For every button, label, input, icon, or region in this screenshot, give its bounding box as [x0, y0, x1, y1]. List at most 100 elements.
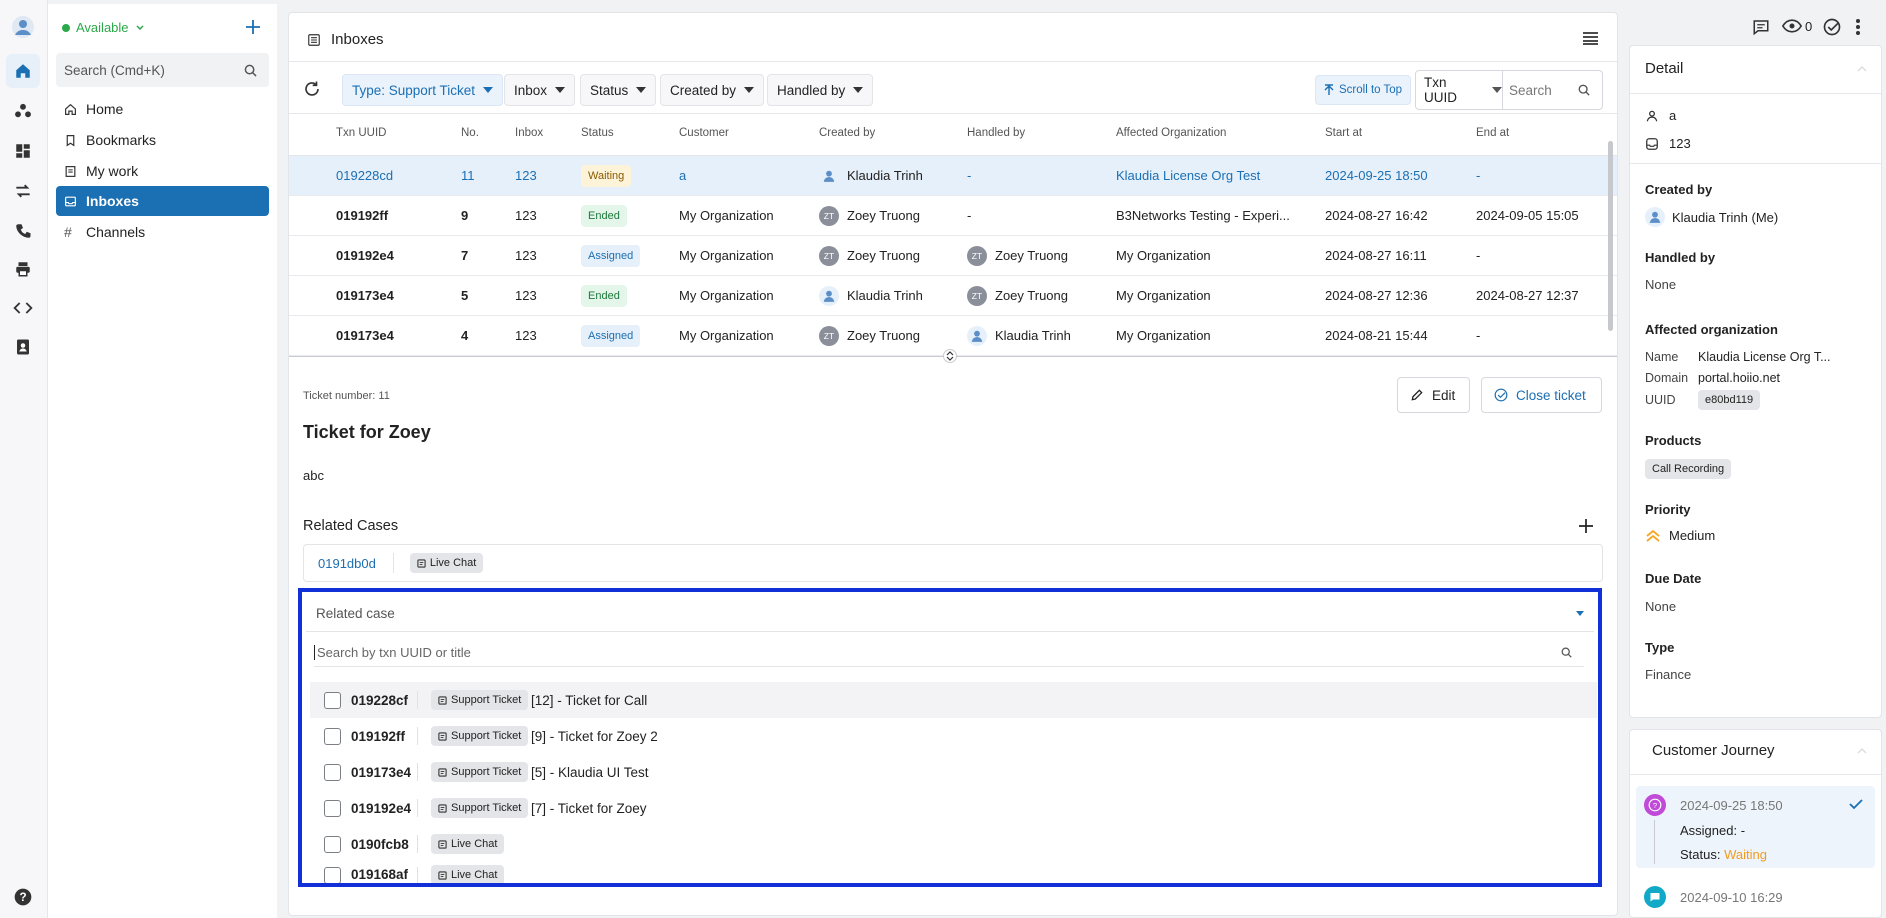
table-row[interactable]: 019173e4 5 123 Ended My Organization Kla… — [289, 276, 1617, 316]
checkbox[interactable] — [324, 835, 341, 853]
search-input[interactable]: Search — [1503, 83, 1602, 98]
table-row[interactable]: 019192ff 9 123 Ended My Organization ZT … — [289, 196, 1617, 236]
checkbox[interactable] — [324, 691, 341, 709]
phone-icon[interactable] — [6, 214, 40, 248]
related-case-option[interactable]: 019192ff Support Ticket [9] - Ticket for… — [310, 718, 1597, 754]
avatar: ZT — [967, 286, 987, 306]
refresh-icon[interactable] — [303, 80, 321, 98]
menu-icon[interactable] — [1582, 31, 1599, 45]
close-ticket-button[interactable]: Close ticket — [1481, 377, 1602, 413]
svg-text:?: ? — [1653, 801, 1657, 810]
nav-inboxes[interactable]: Inboxes — [56, 186, 269, 216]
nav-home[interactable]: Home — [56, 94, 269, 124]
cell-txn-uuid[interactable]: 019173e4 — [336, 328, 394, 343]
cell-customer: My Organization — [679, 208, 774, 223]
option-title: [7] - Ticket for Zoey — [531, 800, 647, 816]
channel-chip: Support Ticket — [431, 798, 529, 818]
org-domain-value: portal.hoiio.net — [1698, 371, 1781, 385]
status-badge: Assigned — [581, 325, 641, 347]
chat-icon[interactable] — [1752, 18, 1770, 36]
nav-bookmarks[interactable]: Bookmarks — [56, 125, 269, 155]
avatar: ZT — [967, 246, 987, 266]
col-header-status: Status — [581, 127, 614, 139]
cell-customer[interactable]: a — [679, 168, 686, 183]
related-case-option[interactable]: 019173e4 Support Ticket [5] - Klaudia UI… — [310, 754, 1597, 790]
checkbox[interactable] — [324, 799, 341, 817]
cell-no: 9 — [461, 208, 469, 223]
watchers[interactable]: 0 — [1782, 18, 1812, 34]
cell-handled-by: Zoey Truong — [995, 248, 1068, 263]
cell-customer: My Organization — [679, 288, 774, 303]
related-case-option[interactable]: 019168af Live Chat — [310, 862, 1597, 883]
detail-inbox: 123 — [1645, 136, 1691, 151]
filter-type[interactable]: Type: Support Ticket — [342, 74, 504, 106]
table-row[interactable]: 019228cd 11 123 Waiting a Klaudia Trinh … — [289, 156, 1617, 196]
cell-handled-by: Klaudia Trinh — [995, 328, 1071, 343]
contacts-icon[interactable] — [6, 94, 40, 128]
checkbox[interactable] — [324, 727, 341, 745]
edit-button[interactable]: Edit — [1397, 377, 1470, 413]
related-case-id[interactable]: 0191db0d — [318, 556, 376, 571]
filter-status[interactable]: Status — [580, 74, 657, 106]
filter-handled-by[interactable]: Handled by — [767, 74, 874, 106]
related-case-select[interactable]: Related case — [306, 596, 1594, 632]
divider — [1630, 163, 1881, 164]
cell-created-by: Zoey Truong — [847, 208, 920, 223]
resize-handle-icon[interactable] — [943, 349, 957, 363]
printer-icon[interactable] — [6, 252, 40, 286]
nav-channels[interactable]: # Channels — [56, 217, 269, 247]
journey-entry[interactable]: ? 2024-09-25 18:50 Assigned: - Status: W… — [1636, 786, 1875, 868]
type-label: Type — [1645, 640, 1675, 655]
check-circle-icon[interactable] — [1823, 18, 1841, 36]
transfer-icon[interactable] — [6, 174, 40, 208]
global-search[interactable]: Search (Cmd+K) — [56, 53, 269, 87]
table-scrollbar[interactable] — [1608, 141, 1613, 331]
question-icon: ? — [1644, 794, 1666, 816]
cell-end-at: - — [1476, 328, 1481, 343]
add-related-case-icon[interactable] — [1578, 518, 1594, 534]
cell-txn-uuid[interactable]: 019192ff — [336, 208, 388, 223]
availability-status[interactable]: Available — [62, 20, 145, 35]
cell-txn-uuid[interactable]: 019173e4 — [336, 288, 394, 303]
user-avatar-icon[interactable] — [6, 10, 40, 44]
journey-status-prefix: Status: — [1680, 847, 1721, 862]
related-case-option[interactable]: 0190fcb8 Live Chat — [310, 826, 1597, 862]
contact-book-icon[interactable] — [6, 330, 40, 364]
cell-txn-uuid[interactable]: 019228cd — [336, 168, 393, 183]
cell-txn-uuid[interactable]: 019192e4 — [336, 248, 394, 263]
search-field-select[interactable]: Txn UUID — [1416, 71, 1503, 109]
related-case-option[interactable]: 019192e4 Support Ticket [7] - Ticket for… — [310, 790, 1597, 826]
more-vertical-icon[interactable] — [1855, 18, 1861, 36]
eye-icon — [1782, 19, 1802, 33]
filter-inbox[interactable]: Inbox — [504, 74, 576, 106]
dashboard-icon[interactable] — [6, 134, 40, 168]
collapse-icon[interactable] — [1857, 66, 1867, 72]
cell-start-at: 2024-08-21 15:44 — [1325, 328, 1428, 343]
cell-customer: My Organization — [679, 248, 774, 263]
code-icon[interactable] — [6, 291, 40, 325]
divider — [289, 113, 1617, 114]
help-icon[interactable]: ? — [6, 880, 40, 914]
nav-my-work[interactable]: My work — [56, 156, 269, 186]
add-icon[interactable] — [244, 18, 262, 36]
icon-rail: ? — [0, 0, 48, 918]
related-case-option[interactable]: 019228cf Support Ticket [12] - Ticket fo… — [310, 682, 1597, 718]
checkbox[interactable] — [324, 763, 341, 781]
collapse-icon[interactable] — [1857, 748, 1867, 754]
related-case-item[interactable]: 0191db0d Live Chat — [303, 544, 1603, 582]
detail-customer: a — [1645, 108, 1676, 123]
separator — [417, 727, 418, 745]
priority-medium-icon — [1646, 529, 1660, 542]
filter-created-by[interactable]: Created by — [660, 74, 765, 106]
cell-affected-org: My Organization — [1116, 288, 1211, 303]
related-case-search-input[interactable]: Search by txn UUID or title — [314, 639, 1584, 667]
checkbox[interactable] — [324, 867, 341, 883]
chat-icon — [438, 839, 447, 849]
scroll-to-top-button[interactable]: Scroll to Top — [1315, 75, 1412, 105]
cell-affected-org: My Organization — [1116, 328, 1211, 343]
home-icon[interactable] — [6, 54, 40, 88]
table-row[interactable]: 019192e4 7 123 Assigned My Organization … — [289, 236, 1617, 276]
cell-inbox: 123 — [515, 288, 537, 303]
avatar: ZT — [819, 246, 839, 266]
channel-chip: Live Chat — [431, 834, 505, 854]
